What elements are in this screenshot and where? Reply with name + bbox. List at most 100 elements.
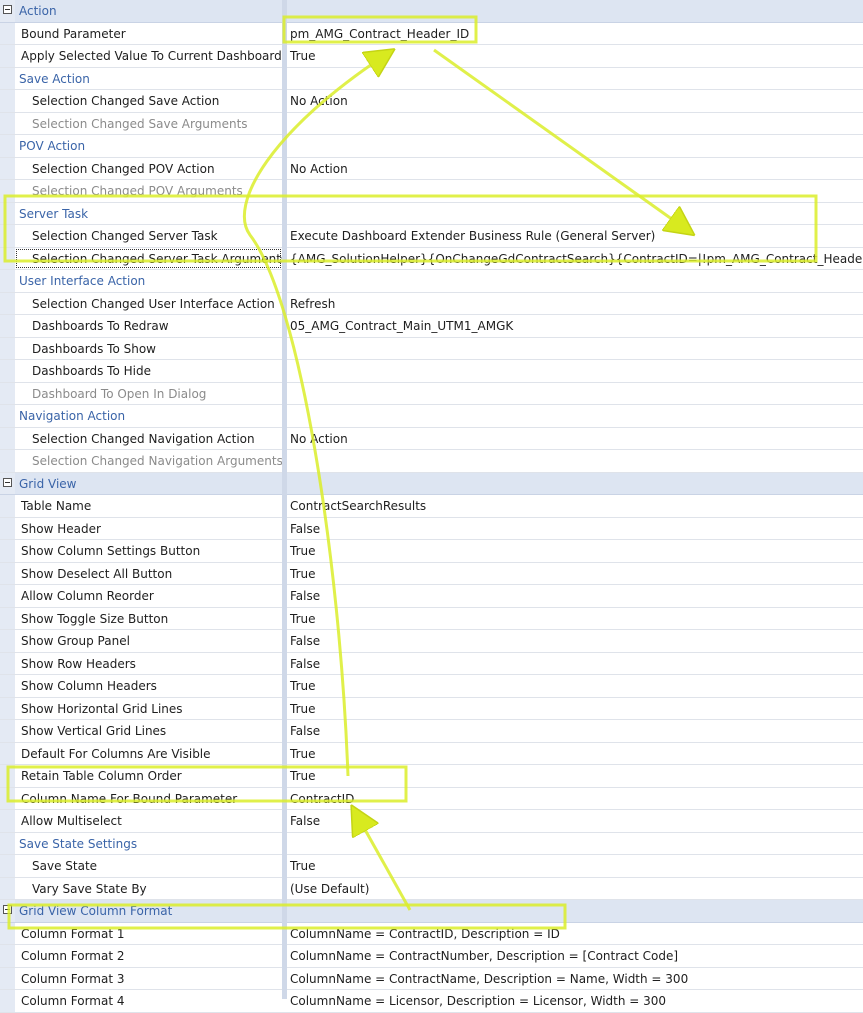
property-value[interactable]: ColumnName = ContractID, Description = I… [287,923,863,945]
property-value[interactable] [287,450,863,472]
collapse-icon[interactable] [3,905,12,914]
property-row[interactable]: Show Horizontal Grid Lines True [0,697,863,720]
property-row[interactable]: Show Toggle Size Button True [0,607,863,630]
property-row[interactable]: Column Format 2 ColumnName = ContractNumb… [0,945,863,968]
property-name: Default For Columns Are Visible [21,746,211,761]
property-value[interactable]: True [287,855,863,877]
property-row[interactable]: Show Header False [0,517,863,540]
row-gutter [0,135,15,157]
property-row[interactable]: Selection Changed Server Task Execute Das… [0,225,863,248]
property-row[interactable]: Vary Save State By (Use Default) [0,877,863,900]
subcategory-row[interactable]: User Interface Action [0,270,863,293]
property-value[interactable]: Refresh [287,293,863,315]
property-value[interactable]: Execute Dashboard Extender Business Rule… [287,225,863,247]
property-row[interactable]: Show Group Panel False [0,630,863,653]
property-row[interactable]: Dashboards To Redraw 05_AMG_Contract_Main… [0,315,863,338]
property-value[interactable]: False [287,518,863,540]
property-name: Dashboard To Open In Dialog [32,386,207,401]
property-value[interactable]: ContractID [287,788,863,810]
property-name: Bound Parameter [21,26,126,41]
property-name: Show Vertical Grid Lines [21,724,167,738]
property-value[interactable]: True [287,743,863,765]
property-row[interactable]: Selection Changed Navigation Arguments [0,450,863,473]
category-row[interactable]: Grid View Column Format [0,900,863,923]
property-value[interactable]: ColumnName = Licensor, Description = Lic… [287,990,863,1012]
property-value[interactable]: True [287,608,863,630]
property-row[interactable]: Selection Changed Navigation Action No Ac… [0,427,863,450]
row-gutter [0,247,15,269]
property-row[interactable]: Column Format 1 ColumnName = ContractID, … [0,922,863,945]
property-value[interactable]: (Use Default) [287,878,863,900]
category-row[interactable]: Grid View [0,472,863,495]
subcategory-row[interactable]: POV Action [0,135,863,158]
property-value[interactable] [287,113,863,135]
property-value[interactable] [287,383,863,405]
row-gutter [0,427,15,449]
property-name: Dashboards To Redraw [32,319,169,333]
property-name: Show Header [21,521,101,536]
property-value[interactable]: True [287,563,863,585]
property-name: Save State [32,859,98,873]
property-row[interactable]: Column Format 3 ColumnName = ContractName… [0,967,863,990]
category-row[interactable]: Action [0,0,863,23]
property-value[interactable] [287,180,863,202]
property-row[interactable]: Column Name For Bound Parameter ContractI… [0,787,863,810]
property-value[interactable]: No Action [287,90,863,112]
property-name: POV Action [19,139,86,153]
property-value[interactable]: pm_AMG_Contract_Header_ID [287,23,863,45]
property-value[interactable]: False [287,585,863,607]
property-row[interactable]: Column Format 4 ColumnName = Licensor, De… [0,990,863,1013]
property-row[interactable]: Show Column Headers True [0,675,863,698]
property-value[interactable]: False [287,810,863,832]
property-row[interactable]: Dashboard To Open In Dialog [0,382,863,405]
property-value[interactable]: No Action [287,428,863,450]
property-row[interactable]: Selection Changed Save Arguments [0,112,863,135]
subcategory-row[interactable]: Save State Settings [0,832,863,855]
property-row[interactable]: Allow Column Reorder False [0,585,863,608]
subcategory-row[interactable]: Server Task [0,202,863,225]
property-row[interactable]: Selection Changed Server Task Arguments{… [0,247,863,270]
property-row[interactable]: Show Deselect All Button True [0,562,863,585]
property-value[interactable]: ColumnName = ContractNumber, Description… [287,945,863,967]
property-value[interactable]: False [287,653,863,675]
property-row[interactable]: Default For Columns Are Visible True [0,742,863,765]
property-row[interactable]: Selection Changed POV Arguments [0,180,863,203]
property-row[interactable]: Apply Selected Value To Current Dashboar… [0,45,863,68]
collapse-icon[interactable] [3,5,12,14]
property-value[interactable]: {AMG_SolutionHelper}{OnChangeGdContractS… [287,248,863,270]
property-name: Show Deselect All Button [21,566,173,581]
subcategory-row[interactable]: Navigation Action [0,405,863,428]
property-value[interactable]: No Action [287,158,863,180]
property-row[interactable]: Allow Multiselect False [0,810,863,833]
property-row[interactable]: Show Row Headers False [0,652,863,675]
property-value[interactable]: ColumnName = ContractName, Description =… [287,968,863,990]
property-row[interactable]: Selection Changed User Interface Action R… [0,292,863,315]
property-value[interactable]: True [287,765,863,787]
property-row[interactable]: Bound Parameter pm_AMG_Contract_Header_ID [0,22,863,45]
property-row[interactable]: Table Name ContractSearchResults [0,495,863,518]
property-value[interactable]: False [287,630,863,652]
property-value[interactable]: True [287,45,863,67]
property-value[interactable]: ContractSearchResults [287,495,863,517]
column-splitter[interactable] [282,0,287,999]
property-row[interactable]: Show Vertical Grid Lines False [0,720,863,743]
collapse-icon[interactable] [3,477,12,487]
property-value[interactable] [287,338,863,360]
property-value[interactable]: True [287,675,863,697]
property-value[interactable]: False [287,720,863,742]
property-row[interactable]: Dashboards To Show [0,337,863,360]
row-gutter [0,787,15,809]
property-name: Allow Multiselect [21,814,122,828]
property-row[interactable]: Selection Changed Save Action No Action [0,90,863,113]
subcategory-row[interactable]: Save Action [0,67,863,90]
property-row[interactable]: Dashboards To Hide [0,360,863,383]
property-row[interactable]: Save State True [0,855,863,878]
property-name: Apply Selected Value To Current Dashboar… [21,49,282,63]
property-value[interactable]: True [287,698,863,720]
property-row[interactable]: Show Column Settings Button True [0,540,863,563]
property-row[interactable]: Retain Table Column Order True [0,765,863,788]
property-value[interactable] [287,360,863,382]
property-row[interactable]: Selection Changed POV Action No Action [0,157,863,180]
property-value[interactable]: 05_AMG_Contract_Main_UTM1_AMGK [287,315,863,337]
property-value[interactable]: True [287,540,863,562]
